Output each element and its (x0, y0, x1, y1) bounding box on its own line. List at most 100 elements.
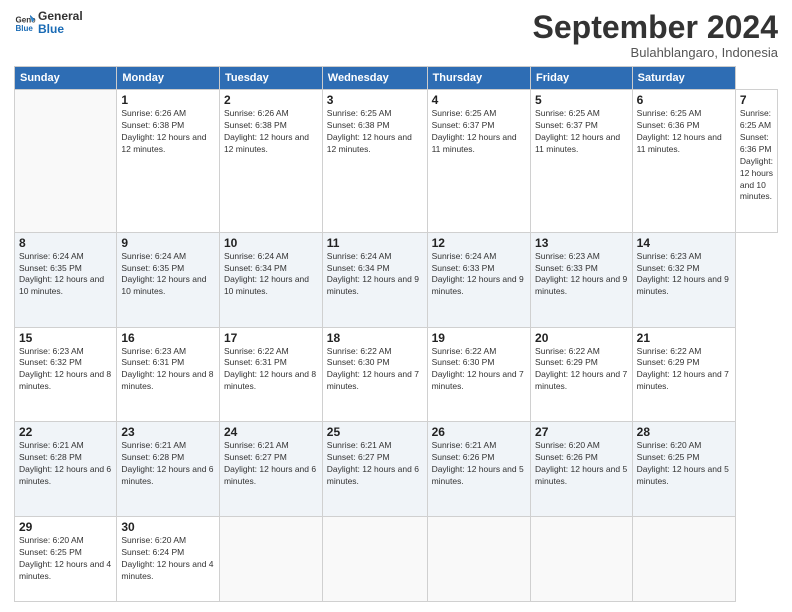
title-block: September 2024 Bulahblangaro, Indonesia (533, 10, 778, 60)
calendar-row: 8Sunrise: 6:24 AMSunset: 6:35 PMDaylight… (15, 232, 778, 327)
day-info: Sunrise: 6:22 AMSunset: 6:30 PMDaylight:… (432, 346, 526, 394)
calendar-cell (632, 517, 735, 602)
day-number: 8 (19, 236, 112, 250)
calendar-cell: 20Sunrise: 6:22 AMSunset: 6:29 PMDayligh… (531, 327, 633, 422)
calendar-cell: 6Sunrise: 6:25 AMSunset: 6:36 PMDaylight… (632, 90, 735, 232)
calendar-cell: 17Sunrise: 6:22 AMSunset: 6:31 PMDayligh… (219, 327, 322, 422)
day-info: Sunrise: 6:23 AMSunset: 6:33 PMDaylight:… (535, 251, 628, 299)
col-wednesday: Wednesday (322, 67, 427, 90)
calendar-cell (219, 517, 322, 602)
calendar-cell: 3Sunrise: 6:25 AMSunset: 6:38 PMDaylight… (322, 90, 427, 232)
calendar-cell: 30Sunrise: 6:20 AMSunset: 6:24 PMDayligh… (117, 517, 220, 602)
day-info: Sunrise: 6:23 AMSunset: 6:32 PMDaylight:… (637, 251, 731, 299)
day-info: Sunrise: 6:25 AMSunset: 6:36 PMDaylight:… (637, 108, 731, 156)
calendar-cell: 27Sunrise: 6:20 AMSunset: 6:26 PMDayligh… (531, 422, 633, 517)
day-info: Sunrise: 6:25 AMSunset: 6:36 PMDaylight:… (740, 108, 773, 203)
calendar-body: 1Sunrise: 6:26 AMSunset: 6:38 PMDaylight… (15, 90, 778, 602)
calendar-cell: 23Sunrise: 6:21 AMSunset: 6:28 PMDayligh… (117, 422, 220, 517)
day-info: Sunrise: 6:24 AMSunset: 6:35 PMDaylight:… (19, 251, 112, 299)
day-info: Sunrise: 6:20 AMSunset: 6:25 PMDaylight:… (637, 440, 731, 488)
day-info: Sunrise: 6:22 AMSunset: 6:31 PMDaylight:… (224, 346, 318, 394)
calendar-cell (531, 517, 633, 602)
day-info: Sunrise: 6:24 AMSunset: 6:35 PMDaylight:… (121, 251, 215, 299)
day-info: Sunrise: 6:21 AMSunset: 6:26 PMDaylight:… (432, 440, 526, 488)
calendar-cell: 18Sunrise: 6:22 AMSunset: 6:30 PMDayligh… (322, 327, 427, 422)
day-info: Sunrise: 6:23 AMSunset: 6:31 PMDaylight:… (121, 346, 215, 394)
day-number: 30 (121, 520, 215, 534)
location: Bulahblangaro, Indonesia (533, 45, 778, 60)
calendar-cell: 4Sunrise: 6:25 AMSunset: 6:37 PMDaylight… (427, 90, 530, 232)
col-friday: Friday (531, 67, 633, 90)
calendar-header: Sunday Monday Tuesday Wednesday Thursday… (15, 67, 778, 90)
day-number: 12 (432, 236, 526, 250)
day-number: 25 (327, 425, 423, 439)
col-tuesday: Tuesday (219, 67, 322, 90)
day-number: 18 (327, 331, 423, 345)
calendar-row: 1Sunrise: 6:26 AMSunset: 6:38 PMDaylight… (15, 90, 778, 232)
calendar-row: 29Sunrise: 6:20 AMSunset: 6:25 PMDayligh… (15, 517, 778, 602)
calendar-cell: 1Sunrise: 6:26 AMSunset: 6:38 PMDaylight… (117, 90, 220, 232)
day-info: Sunrise: 6:24 AMSunset: 6:33 PMDaylight:… (432, 251, 526, 299)
calendar-cell: 8Sunrise: 6:24 AMSunset: 6:35 PMDaylight… (15, 232, 117, 327)
calendar-cell: 10Sunrise: 6:24 AMSunset: 6:34 PMDayligh… (219, 232, 322, 327)
day-info: Sunrise: 6:21 AMSunset: 6:27 PMDaylight:… (224, 440, 318, 488)
month-title: September 2024 (533, 10, 778, 45)
day-number: 9 (121, 236, 215, 250)
page: General Blue General Blue September 2024… (0, 0, 792, 612)
day-info: Sunrise: 6:26 AMSunset: 6:38 PMDaylight:… (121, 108, 215, 156)
day-number: 21 (637, 331, 731, 345)
day-info: Sunrise: 6:21 AMSunset: 6:28 PMDaylight:… (121, 440, 215, 488)
logo: General Blue General Blue (14, 10, 83, 36)
day-info: Sunrise: 6:26 AMSunset: 6:38 PMDaylight:… (224, 108, 318, 156)
calendar-cell: 21Sunrise: 6:22 AMSunset: 6:29 PMDayligh… (632, 327, 735, 422)
calendar-cell: 24Sunrise: 6:21 AMSunset: 6:27 PMDayligh… (219, 422, 322, 517)
calendar-cell: 5Sunrise: 6:25 AMSunset: 6:37 PMDaylight… (531, 90, 633, 232)
calendar-cell (15, 90, 117, 232)
day-number: 3 (327, 93, 423, 107)
day-number: 29 (19, 520, 112, 534)
day-info: Sunrise: 6:21 AMSunset: 6:27 PMDaylight:… (327, 440, 423, 488)
calendar-cell: 9Sunrise: 6:24 AMSunset: 6:35 PMDaylight… (117, 232, 220, 327)
col-thursday: Thursday (427, 67, 530, 90)
col-sunday: Sunday (15, 67, 117, 90)
calendar-cell: 22Sunrise: 6:21 AMSunset: 6:28 PMDayligh… (15, 422, 117, 517)
day-number: 7 (740, 93, 773, 107)
calendar-cell: 15Sunrise: 6:23 AMSunset: 6:32 PMDayligh… (15, 327, 117, 422)
day-info: Sunrise: 6:22 AMSunset: 6:30 PMDaylight:… (327, 346, 423, 394)
logo-icon: General Blue (14, 12, 36, 34)
day-number: 17 (224, 331, 318, 345)
day-number: 11 (327, 236, 423, 250)
day-info: Sunrise: 6:25 AMSunset: 6:38 PMDaylight:… (327, 108, 423, 156)
day-number: 24 (224, 425, 318, 439)
col-saturday: Saturday (632, 67, 735, 90)
day-number: 5 (535, 93, 628, 107)
calendar-cell: 7Sunrise: 6:25 AMSunset: 6:36 PMDaylight… (735, 90, 777, 232)
calendar-cell: 19Sunrise: 6:22 AMSunset: 6:30 PMDayligh… (427, 327, 530, 422)
day-number: 4 (432, 93, 526, 107)
day-number: 14 (637, 236, 731, 250)
calendar-row: 22Sunrise: 6:21 AMSunset: 6:28 PMDayligh… (15, 422, 778, 517)
svg-text:Blue: Blue (15, 24, 33, 33)
calendar-row: 15Sunrise: 6:23 AMSunset: 6:32 PMDayligh… (15, 327, 778, 422)
day-info: Sunrise: 6:25 AMSunset: 6:37 PMDaylight:… (535, 108, 628, 156)
day-info: Sunrise: 6:24 AMSunset: 6:34 PMDaylight:… (224, 251, 318, 299)
calendar-cell (322, 517, 427, 602)
calendar-cell: 28Sunrise: 6:20 AMSunset: 6:25 PMDayligh… (632, 422, 735, 517)
day-number: 16 (121, 331, 215, 345)
day-info: Sunrise: 6:20 AMSunset: 6:26 PMDaylight:… (535, 440, 628, 488)
calendar-cell: 25Sunrise: 6:21 AMSunset: 6:27 PMDayligh… (322, 422, 427, 517)
calendar-cell: 11Sunrise: 6:24 AMSunset: 6:34 PMDayligh… (322, 232, 427, 327)
calendar-cell: 12Sunrise: 6:24 AMSunset: 6:33 PMDayligh… (427, 232, 530, 327)
header-row: Sunday Monday Tuesday Wednesday Thursday… (15, 67, 778, 90)
calendar-cell: 26Sunrise: 6:21 AMSunset: 6:26 PMDayligh… (427, 422, 530, 517)
day-number: 13 (535, 236, 628, 250)
day-number: 6 (637, 93, 731, 107)
day-number: 10 (224, 236, 318, 250)
col-monday: Monday (117, 67, 220, 90)
calendar-cell: 14Sunrise: 6:23 AMSunset: 6:32 PMDayligh… (632, 232, 735, 327)
day-number: 23 (121, 425, 215, 439)
day-info: Sunrise: 6:23 AMSunset: 6:32 PMDaylight:… (19, 346, 112, 394)
day-number: 28 (637, 425, 731, 439)
day-info: Sunrise: 6:20 AMSunset: 6:25 PMDaylight:… (19, 535, 112, 583)
calendar-cell: 2Sunrise: 6:26 AMSunset: 6:38 PMDaylight… (219, 90, 322, 232)
